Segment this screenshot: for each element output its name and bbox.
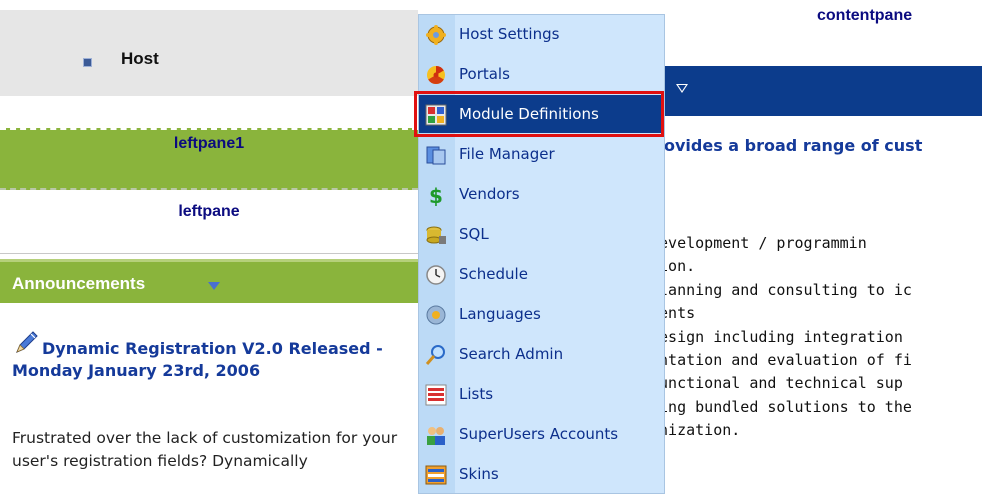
menu-item-host-settings[interactable]: Host Settings: [419, 15, 664, 53]
divider: [0, 253, 418, 254]
menu-item-label: SuperUsers Accounts: [459, 425, 619, 443]
menu-item-vendors[interactable]: $ Vendors: [419, 175, 664, 213]
content-heading: ovides a broad range of cust: [664, 136, 923, 155]
menu-item-label: Portals: [459, 65, 510, 83]
lists-icon: [425, 384, 447, 406]
host-menu-item[interactable]: Host: [121, 49, 159, 69]
file-manager-icon: [426, 146, 446, 165]
menu-item-label: Lists: [459, 385, 494, 403]
menu-item-label: SQL: [459, 225, 489, 243]
svg-text:$: $: [429, 184, 443, 206]
content-line: nents: [650, 304, 696, 323]
content-line: design including integration: [650, 327, 903, 346]
content-line: entation and evaluation of fi: [650, 350, 912, 369]
menu-item-label: Languages: [459, 305, 541, 323]
content-line: zing bundled solutions to the: [650, 397, 912, 416]
host-dropdown-menu: Host Settings Portals Module Definitions…: [418, 14, 665, 494]
menu-item-label: Search Admin: [459, 345, 564, 363]
leftpane1-pane: leftpane1: [0, 128, 418, 190]
contentpane-label: contentpane: [817, 7, 913, 24]
portals-icon: [427, 66, 445, 85]
skins-icon: [425, 465, 447, 485]
menu-item-schedule[interactable]: Schedule: [419, 255, 664, 293]
content-line: anization.: [650, 421, 741, 440]
superusers-accounts-icon: [427, 427, 445, 445]
languages-icon: [426, 305, 446, 325]
host-bullet-icon: [83, 58, 92, 67]
search-admin-icon: [425, 345, 445, 365]
content-line: tion.: [650, 257, 696, 276]
content-line: development / programmin: [650, 234, 867, 252]
schedule-icon: [426, 265, 446, 285]
menu-item-label: Vendors: [459, 185, 520, 203]
menu-item-skins[interactable]: Skins: [419, 455, 664, 493]
sql-icon: [426, 226, 446, 244]
menu-item-search-admin[interactable]: Search Admin: [419, 335, 664, 373]
menu-item-label: Host Settings: [459, 25, 560, 43]
menu-item-label: File Manager: [459, 145, 555, 163]
announcements-title: Announcements: [12, 274, 146, 293]
host-settings-icon: [426, 25, 446, 45]
menu-item-lists[interactable]: Lists: [419, 375, 664, 413]
article-title-link[interactable]: Dynamic Registration V2.0 Released - Mon…: [12, 338, 412, 382]
content-text: development / programmin tion. planning …: [650, 232, 982, 443]
menu-item-superusers-accounts[interactable]: SuperUsers Accounts: [419, 415, 664, 453]
host-bar: [0, 10, 418, 96]
vendors-icon: $: [429, 184, 443, 206]
content-line: functional and technical sup: [650, 374, 903, 393]
menu-item-sql[interactable]: SQL: [419, 215, 664, 253]
announcements-menu-arrow-icon[interactable]: [208, 282, 220, 290]
menu-item-file-manager[interactable]: File Manager: [419, 135, 664, 173]
menu-item-label: Schedule: [459, 265, 528, 283]
leftpane-label: leftpane: [178, 203, 240, 220]
menu-item-label: Skins: [459, 465, 499, 483]
leftpane1-label: leftpane1: [173, 135, 245, 152]
content-line: planning and consulting to ic: [650, 280, 912, 299]
highlight-outline: [414, 91, 664, 137]
menu-item-portals[interactable]: Portals: [419, 55, 664, 93]
announcements-header: Announcements: [0, 259, 418, 303]
article-body: Frustrated over the lack of customizatio…: [12, 429, 398, 470]
content-menu-arrow-icon[interactable]: [676, 84, 688, 93]
menu-item-languages[interactable]: Languages: [419, 295, 664, 333]
